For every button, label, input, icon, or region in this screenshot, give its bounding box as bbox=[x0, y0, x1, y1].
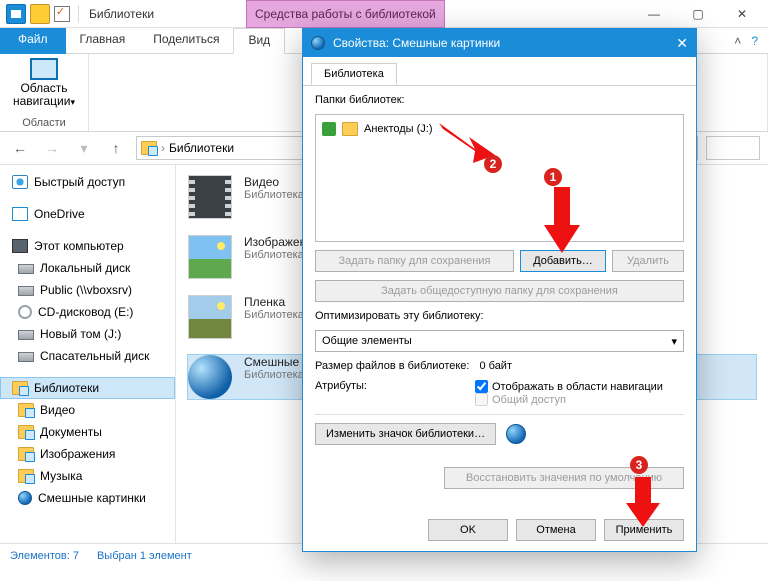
minimize-button[interactable]: — bbox=[632, 0, 676, 28]
dialog-close-button[interactable]: ✕ bbox=[676, 35, 688, 52]
tab-view[interactable]: Вид bbox=[233, 28, 285, 54]
tree-this-pc[interactable]: Этот компьютер bbox=[0, 235, 175, 257]
explorer-titlebar: Библиотеки Средства работы с библиотекой… bbox=[0, 0, 768, 28]
properties-dialog: Свойства: Смешные картинки ✕ Библиотека … bbox=[302, 28, 697, 552]
qa-folder-icon[interactable] bbox=[30, 4, 50, 24]
folder-label: Анектоды (J:) bbox=[364, 123, 433, 135]
dialog-title: Свойства: Смешные картинки bbox=[333, 36, 500, 50]
change-icon-button[interactable]: Изменить значок библиотеки… bbox=[315, 423, 496, 445]
value-size: 0 байт bbox=[479, 360, 512, 372]
up-button[interactable]: ↑ bbox=[104, 136, 128, 160]
app-icon bbox=[6, 4, 26, 24]
label-folders: Папки библиотек: bbox=[315, 94, 684, 106]
tree-video[interactable]: Видео bbox=[0, 399, 175, 421]
tab-file[interactable]: Файл bbox=[0, 28, 66, 54]
tree-rescue[interactable]: Спасательный диск bbox=[0, 345, 175, 367]
set-save-folder-button: Задать папку для сохранения bbox=[315, 250, 514, 272]
remove-folder-button: Удалить bbox=[612, 250, 684, 272]
label-size: Размер файлов в библиотеке: bbox=[315, 360, 469, 372]
navpane-button[interactable]: Область навигации▾ bbox=[8, 58, 80, 109]
close-button[interactable]: ✕ bbox=[720, 0, 764, 28]
libraries-icon bbox=[141, 141, 157, 155]
ok-button[interactable]: OK bbox=[428, 519, 508, 541]
tree-music[interactable]: Музыка bbox=[0, 465, 175, 487]
tree-cd[interactable]: CD-дисковод (E:) bbox=[0, 301, 175, 323]
folder-icon bbox=[342, 122, 358, 136]
tree-quick-access[interactable]: Быстрый доступ bbox=[0, 171, 175, 193]
optimize-select[interactable]: Общие элементы ▾ bbox=[315, 330, 684, 352]
checkbox-input bbox=[475, 393, 488, 406]
custom-library-icon bbox=[188, 355, 232, 399]
dialog-icon bbox=[311, 36, 325, 50]
ribbon-group-panes: Область навигации▾ Области bbox=[0, 54, 89, 131]
checkbox-show-in-nav[interactable]: Отображать в области навигации bbox=[475, 380, 663, 393]
label-optimize: Оптимизировать эту библиотеку: bbox=[315, 310, 684, 322]
tree-libraries[interactable]: Библиотеки bbox=[0, 377, 175, 399]
item-title: Пленка bbox=[244, 295, 304, 309]
library-icon-preview bbox=[506, 424, 526, 444]
checkbox-input[interactable] bbox=[475, 380, 488, 393]
item-subtitle: Библиотека bbox=[244, 189, 304, 201]
item-subtitle: Библиотека bbox=[244, 309, 304, 321]
tab-home[interactable]: Главная bbox=[66, 28, 140, 54]
group-label-panes: Области bbox=[22, 115, 66, 131]
breadcrumb-sep: › bbox=[161, 141, 165, 155]
set-public-save-button: Задать общедоступную папку для сохранени… bbox=[315, 280, 684, 302]
ribbon-collapse-button[interactable]: ˄ bbox=[734, 34, 741, 48]
breadcrumb-item[interactable]: Библиотеки bbox=[169, 141, 234, 155]
contextual-tab-library-tools[interactable]: Средства работы с библиотекой bbox=[246, 0, 445, 28]
film-icon bbox=[188, 295, 232, 339]
qa-check-icon[interactable] bbox=[54, 6, 70, 22]
tree-newvol[interactable]: Новый том (J:) bbox=[0, 323, 175, 345]
tree-local-disk[interactable]: Локальный диск bbox=[0, 257, 175, 279]
status-count: Элементов: 7 bbox=[10, 550, 79, 562]
maximize-button[interactable]: ▢ bbox=[676, 0, 720, 28]
tree-funny[interactable]: Смешные картинки bbox=[0, 487, 175, 509]
restore-defaults-button: Восстановить значения по умолчанию bbox=[444, 467, 684, 489]
recent-dropdown[interactable]: ▾ bbox=[72, 136, 96, 160]
label-attributes: Атрибуты: bbox=[315, 380, 465, 392]
window-title: Библиотеки bbox=[89, 7, 154, 21]
optimize-value: Общие элементы bbox=[322, 335, 412, 347]
separator bbox=[78, 5, 79, 23]
dialog-titlebar: Свойства: Смешные картинки ✕ bbox=[303, 29, 696, 57]
chevron-down-icon: ▾ bbox=[671, 335, 677, 348]
images-icon bbox=[188, 235, 232, 279]
video-icon bbox=[188, 175, 232, 219]
tree-images[interactable]: Изображения bbox=[0, 443, 175, 465]
nav-tree: Быстрый доступ OneDrive Этот компьютер Л… bbox=[0, 165, 176, 543]
dialog-tabs: Библиотека bbox=[303, 57, 696, 86]
tab-share[interactable]: Поделиться bbox=[139, 28, 233, 54]
tree-public[interactable]: Public (\\vboxsrv) bbox=[0, 279, 175, 301]
folders-listbox[interactable]: Анектоды (J:) bbox=[315, 114, 684, 242]
item-title: Видео bbox=[244, 175, 304, 189]
cancel-button[interactable]: Отмена bbox=[516, 519, 596, 541]
tree-docs[interactable]: Документы bbox=[0, 421, 175, 443]
apply-button[interactable]: Применить bbox=[604, 519, 684, 541]
folder-item[interactable]: Анектоды (J:) bbox=[322, 119, 677, 139]
folder-badge-icon bbox=[322, 122, 336, 136]
add-folder-button[interactable]: Добавить… bbox=[520, 250, 606, 272]
dialog-tab-library[interactable]: Библиотека bbox=[311, 63, 397, 85]
status-selection: Выбран 1 элемент bbox=[97, 550, 192, 562]
forward-button[interactable]: → bbox=[40, 136, 64, 160]
tree-onedrive[interactable]: OneDrive bbox=[0, 203, 175, 225]
checkbox-shared[interactable]: Общий доступ bbox=[475, 393, 663, 406]
help-button[interactable]: ? bbox=[751, 34, 758, 48]
search-input[interactable] bbox=[706, 136, 760, 160]
back-button[interactable]: ← bbox=[8, 136, 32, 160]
divider bbox=[315, 414, 684, 415]
